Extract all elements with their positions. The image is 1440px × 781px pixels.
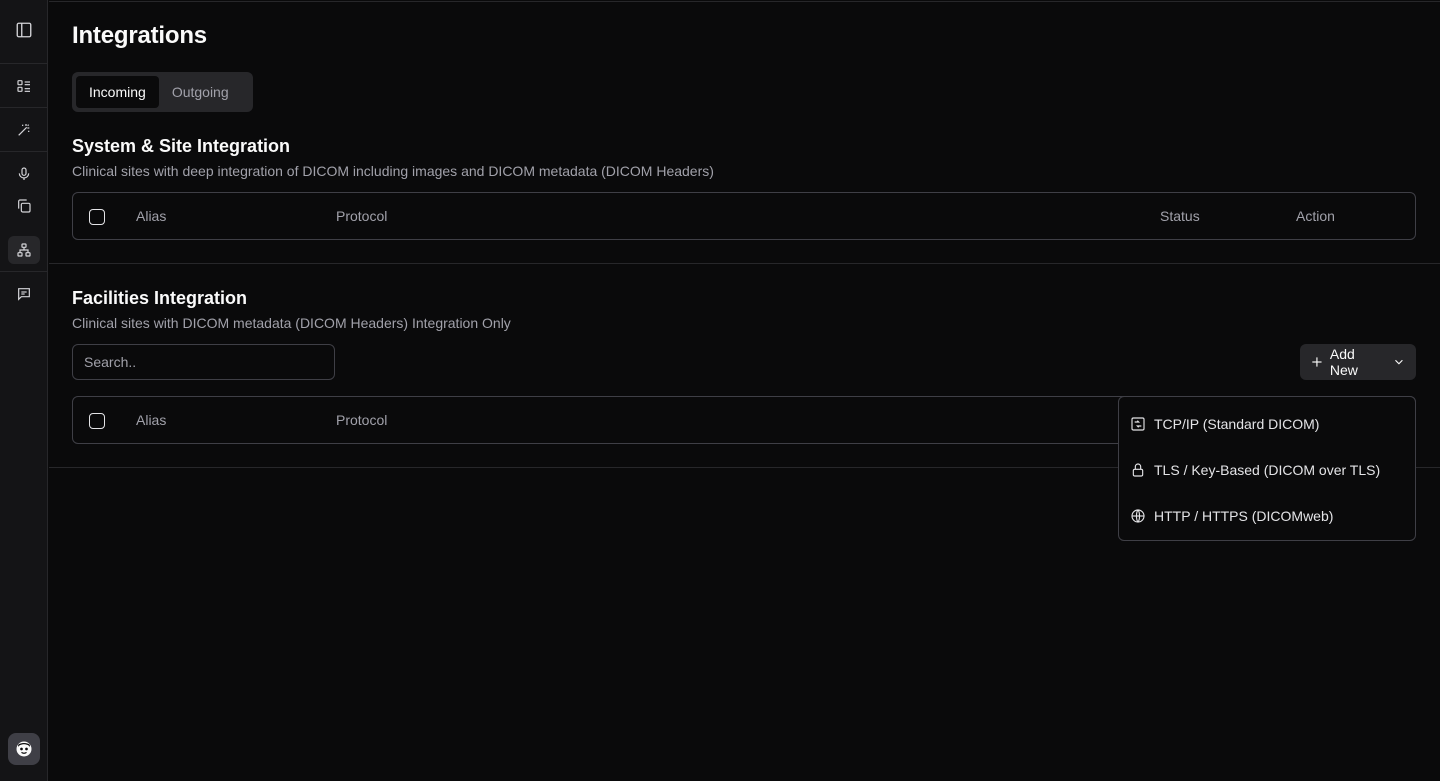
- select-all-checkbox[interactable]: [89, 413, 105, 429]
- sidebar-item-integrations[interactable]: [8, 236, 40, 264]
- section-divider: [49, 263, 1440, 264]
- sidebar-toggle-icon: [16, 22, 32, 38]
- globe-icon: [1131, 509, 1145, 523]
- tab-incoming[interactable]: Incoming: [76, 76, 159, 108]
- dropdown-item-label: TCP/IP (Standard DICOM): [1154, 416, 1320, 432]
- tabs: Incoming Outgoing: [72, 72, 253, 112]
- system-section-title: System & Site Integration: [72, 136, 291, 156]
- network-icon: [17, 243, 31, 257]
- sidebar-item-messages[interactable]: [8, 280, 40, 308]
- microphone-icon: [18, 167, 30, 180]
- column-protocol[interactable]: Protocol: [336, 412, 387, 428]
- avatar-icon: [16, 741, 32, 757]
- system-section-description: Clinical sites with deep integration of …: [72, 163, 714, 179]
- copy-icon: [18, 199, 31, 213]
- list-icon: [17, 80, 30, 92]
- dropdown-item-label: TLS / Key-Based (DICOM over TLS): [1154, 462, 1381, 478]
- plus-icon: [1312, 357, 1322, 367]
- column-alias[interactable]: Alias: [136, 412, 166, 428]
- chevron-down-icon: [1395, 359, 1403, 365]
- system-table-header: Alias Protocol Status Action: [72, 192, 1416, 240]
- column-action[interactable]: Action: [1296, 208, 1335, 224]
- column-alias[interactable]: Alias: [136, 208, 166, 224]
- sidebar-item-list[interactable]: [8, 72, 40, 100]
- facilities-section-description: Clinical sites with DICOM metadata (DICO…: [72, 315, 511, 331]
- main-content: Integrations Incoming Outgoing System & …: [49, 1, 1440, 781]
- add-new-dropdown: TCP/IP (Standard DICOM) TLS / Key-Based …: [1118, 396, 1416, 541]
- sidebar-divider: [0, 107, 48, 108]
- sidebar-item-copy[interactable]: [8, 192, 40, 220]
- column-status[interactable]: Status: [1160, 208, 1200, 224]
- dropdown-item-label: HTTP / HTTPS (DICOMweb): [1154, 508, 1334, 524]
- sidebar: [0, 0, 48, 781]
- sidebar-divider: [0, 271, 48, 272]
- sidebar-item-magic[interactable]: [8, 116, 40, 144]
- sidebar-item-microphone[interactable]: [8, 160, 40, 188]
- dropdown-item-tcp[interactable]: TCP/IP (Standard DICOM): [1119, 401, 1415, 447]
- facilities-section-title: Facilities Integration: [72, 288, 248, 308]
- tcp-icon: [1131, 417, 1145, 431]
- add-new-button[interactable]: Add New: [1300, 344, 1416, 380]
- dropdown-item-http[interactable]: HTTP / HTTPS (DICOMweb): [1119, 493, 1415, 539]
- column-protocol[interactable]: Protocol: [336, 208, 387, 224]
- message-icon: [18, 288, 30, 301]
- lock-icon: [1132, 463, 1144, 477]
- sidebar-toggle-button[interactable]: [8, 16, 40, 44]
- sidebar-divider: [0, 63, 48, 64]
- magic-wand-icon: [18, 124, 30, 136]
- select-all-checkbox[interactable]: [89, 209, 105, 225]
- sidebar-divider: [0, 151, 48, 152]
- search-input[interactable]: [72, 344, 335, 380]
- avatar[interactable]: [8, 733, 40, 765]
- page-title: Integrations: [72, 22, 207, 49]
- add-new-label: Add New: [1329, 346, 1358, 378]
- dropdown-item-tls[interactable]: TLS / Key-Based (DICOM over TLS): [1119, 447, 1415, 493]
- tab-outgoing[interactable]: Outgoing: [159, 76, 242, 108]
